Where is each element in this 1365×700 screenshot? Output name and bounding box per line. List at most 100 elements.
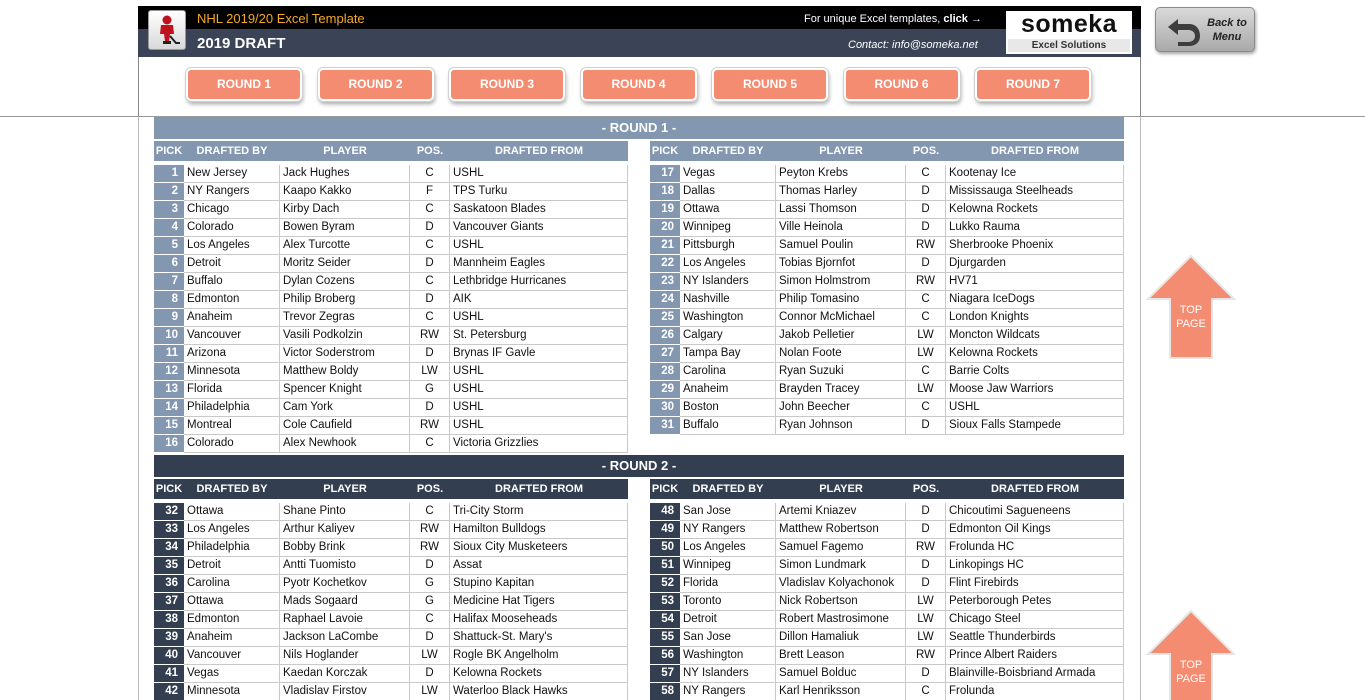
cell-drafted-from[interactable]: Lethbridge Hurricanes (450, 273, 628, 291)
cell-pick[interactable]: 19 (650, 201, 680, 219)
cell-player[interactable]: Spencer Knight (280, 381, 410, 399)
cell-drafted-from[interactable]: USHL (946, 399, 1124, 417)
cell-drafted-from[interactable]: Mannheim Eagles (450, 255, 628, 273)
cell-player[interactable]: Shane Pinto (280, 503, 410, 521)
cell-drafted-by[interactable]: NY Rangers (184, 183, 280, 201)
cell-drafted-from[interactable]: Djurgarden (946, 255, 1124, 273)
cell-drafted-from[interactable]: St. Petersburg (450, 327, 628, 345)
cell-drafted-by[interactable]: Pittsburgh (680, 237, 776, 255)
cell-position[interactable]: D (410, 629, 450, 647)
cell-drafted-by[interactable]: Anaheim (184, 629, 280, 647)
cell-player[interactable]: Bowen Byram (280, 219, 410, 237)
cell-player[interactable]: Samuel Poulin (776, 237, 906, 255)
cell-drafted-by[interactable]: Boston (680, 399, 776, 417)
cell-position[interactable]: D (906, 557, 946, 575)
cell-drafted-from[interactable]: Rogle BK Angelholm (450, 647, 628, 665)
cell-drafted-from[interactable]: Niagara IceDogs (946, 291, 1124, 309)
promo-link[interactable]: click → (943, 13, 982, 25)
cell-player[interactable]: Tobias Bjornfot (776, 255, 906, 273)
cell-drafted-by[interactable]: Philadelphia (184, 539, 280, 557)
cell-pick[interactable]: 33 (154, 521, 184, 539)
cell-pick[interactable]: 13 (154, 381, 184, 399)
cell-drafted-from[interactable]: Mississauga Steelheads (946, 183, 1124, 201)
cell-drafted-from[interactable]: Chicoutimi Sagueneens (946, 503, 1124, 521)
cell-player[interactable]: Matthew Boldy (280, 363, 410, 381)
cell-pick[interactable]: 17 (650, 165, 680, 183)
cell-position[interactable]: C (906, 399, 946, 417)
cell-drafted-by[interactable]: Detroit (184, 255, 280, 273)
cell-drafted-from[interactable]: Medicine Hat Tigers (450, 593, 628, 611)
cell-player[interactable]: Lassi Thomson (776, 201, 906, 219)
cell-drafted-by[interactable]: Edmonton (184, 291, 280, 309)
cell-drafted-from[interactable]: Kelowna Rockets (946, 345, 1124, 363)
cell-drafted-by[interactable]: Detroit (184, 557, 280, 575)
cell-position[interactable]: D (410, 557, 450, 575)
cell-drafted-from[interactable]: USHL (450, 399, 628, 417)
cell-drafted-by[interactable]: Winnipeg (680, 219, 776, 237)
cell-player[interactable]: Artemi Kniazev (776, 503, 906, 521)
cell-pick[interactable]: 11 (154, 345, 184, 363)
cell-position[interactable]: RW (410, 539, 450, 557)
cell-pick[interactable]: 8 (154, 291, 184, 309)
cell-drafted-by[interactable]: Vancouver (184, 647, 280, 665)
cell-drafted-from[interactable]: Flint Firebirds (946, 575, 1124, 593)
top-page-button[interactable]: TOP PAGE (1145, 609, 1237, 700)
cell-drafted-by[interactable]: Colorado (184, 219, 280, 237)
cell-pick[interactable]: 5 (154, 237, 184, 255)
cell-drafted-from[interactable]: Blainville-Boisbriand Armada (946, 665, 1124, 683)
cell-player[interactable]: Moritz Seider (280, 255, 410, 273)
cell-drafted-from[interactable]: Chicago Steel (946, 611, 1124, 629)
cell-drafted-from[interactable]: Shattuck-St. Mary's (450, 629, 628, 647)
cell-position[interactable]: D (906, 417, 946, 435)
cell-drafted-from[interactable]: Waterloo Black Hawks (450, 683, 628, 700)
cell-drafted-by[interactable]: Los Angeles (184, 521, 280, 539)
cell-drafted-from[interactable]: Moncton Wildcats (946, 327, 1124, 345)
cell-player[interactable]: Matthew Robertson (776, 521, 906, 539)
cell-position[interactable]: LW (410, 647, 450, 665)
cell-drafted-by[interactable]: Los Angeles (680, 539, 776, 557)
cell-player[interactable]: Nick Robertson (776, 593, 906, 611)
cell-drafted-from[interactable]: Kelowna Rockets (450, 665, 628, 683)
brand-logo[interactable]: someka Excel Solutions (1006, 11, 1132, 54)
cell-player[interactable]: Vladislav Kolyachonok (776, 575, 906, 593)
cell-drafted-by[interactable]: Nashville (680, 291, 776, 309)
cell-drafted-by[interactable]: Winnipeg (680, 557, 776, 575)
cell-drafted-by[interactable]: Colorado (184, 435, 280, 453)
cell-position[interactable]: D (906, 201, 946, 219)
cell-position[interactable]: C (906, 291, 946, 309)
cell-position[interactable]: RW (906, 237, 946, 255)
cell-position[interactable]: C (906, 309, 946, 327)
cell-position[interactable]: D (410, 255, 450, 273)
cell-position[interactable]: LW (410, 363, 450, 381)
cell-pick[interactable]: 57 (650, 665, 680, 683)
cell-player[interactable]: Ryan Suzuki (776, 363, 906, 381)
cell-player[interactable]: Jackson LaCombe (280, 629, 410, 647)
cell-position[interactable]: RW (410, 327, 450, 345)
cell-pick[interactable]: 26 (650, 327, 680, 345)
cell-pick[interactable]: 50 (650, 539, 680, 557)
cell-pick[interactable]: 21 (650, 237, 680, 255)
cell-drafted-from[interactable]: Linkopings HC (946, 557, 1124, 575)
cell-position[interactable]: D (906, 521, 946, 539)
cell-position[interactable]: RW (906, 273, 946, 291)
cell-pick[interactable]: 7 (154, 273, 184, 291)
cell-drafted-from[interactable]: USHL (450, 363, 628, 381)
cell-drafted-from[interactable]: Brynas IF Gavle (450, 345, 628, 363)
cell-pick[interactable]: 2 (154, 183, 184, 201)
tab-round-4[interactable]: ROUND 4 (579, 67, 698, 102)
cell-pick[interactable]: 6 (154, 255, 184, 273)
cell-position[interactable]: C (410, 611, 450, 629)
cell-drafted-by[interactable]: San Jose (680, 503, 776, 521)
cell-drafted-by[interactable]: Los Angeles (184, 237, 280, 255)
cell-drafted-from[interactable]: Saskatoon Blades (450, 201, 628, 219)
cell-player[interactable]: Mads Sogaard (280, 593, 410, 611)
cell-drafted-by[interactable]: Vegas (184, 665, 280, 683)
cell-player[interactable]: Dillon Hamaliuk (776, 629, 906, 647)
cell-player[interactable]: Philip Broberg (280, 291, 410, 309)
cell-position[interactable]: D (906, 665, 946, 683)
cell-drafted-by[interactable]: Washington (680, 647, 776, 665)
cell-position[interactable]: RW (410, 521, 450, 539)
cell-pick[interactable]: 4 (154, 219, 184, 237)
back-to-menu-button[interactable]: Back to Menu (1155, 7, 1255, 52)
cell-drafted-from[interactable]: Hamilton Bulldogs (450, 521, 628, 539)
